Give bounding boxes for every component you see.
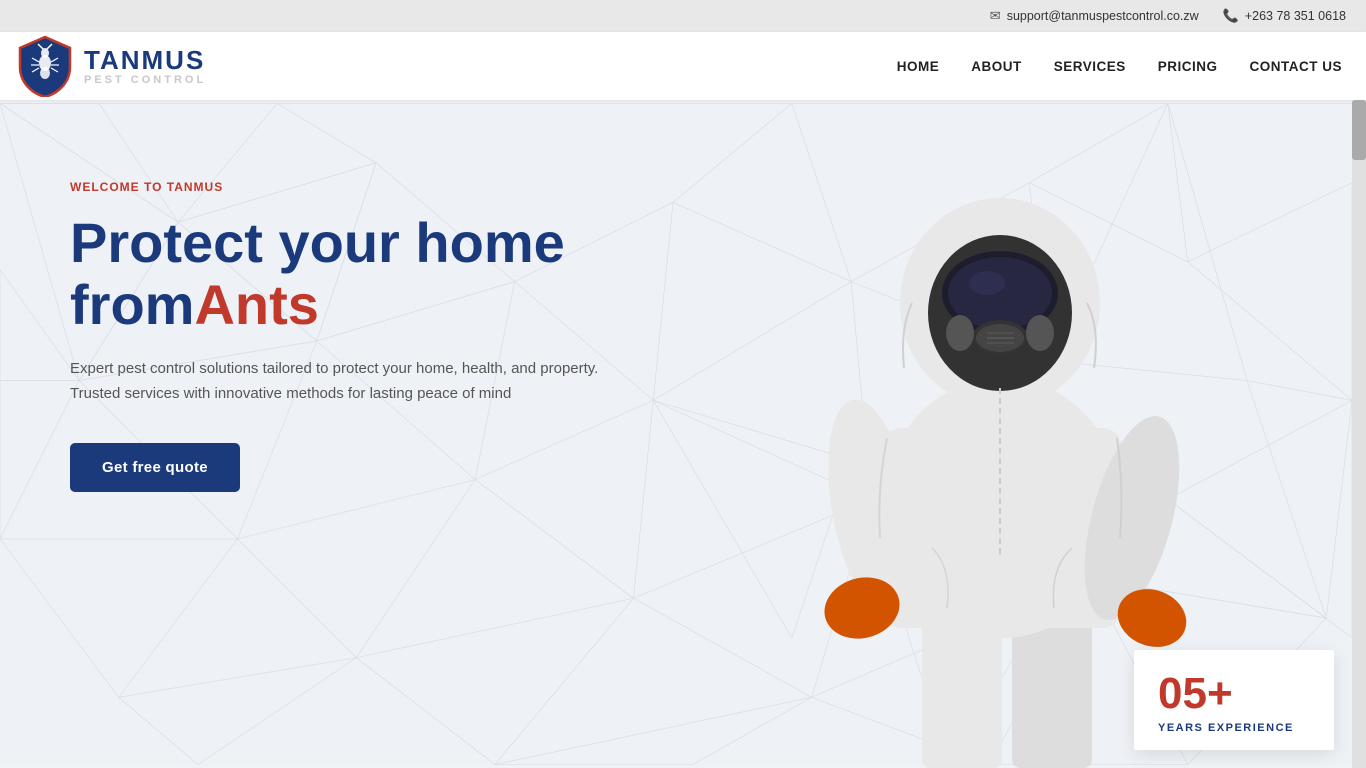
logo-name: TANMUS <box>84 46 206 75</box>
stats-number: 05+ <box>1158 672 1310 716</box>
top-bar: ✉ support@tanmuspestcontrol.co.zw 📞 +263… <box>0 0 1366 32</box>
email-text: support@tanmuspestcontrol.co.zw <box>1007 9 1199 23</box>
phone-text: +263 78 351 0618 <box>1245 9 1346 23</box>
heading-line1: Protect your home <box>70 211 565 274</box>
nav-about[interactable]: ABOUT <box>971 59 1022 74</box>
hero-content: WELCOME TO TANMUS Protect your home from… <box>70 180 640 492</box>
hero-section: WELCOME TO TANMUS Protect your home from… <box>0 100 1352 768</box>
scrollbar-thumb[interactable] <box>1352 100 1366 160</box>
nav-links: HOME ABOUT SERVICES PRICING CONTACT US <box>897 59 1342 74</box>
heading-line2-highlight: Ants <box>194 273 318 336</box>
phone-contact: 📞 +263 78 351 0618 <box>1223 8 1346 24</box>
navbar: TANMUS PEST CONTROL HOME ABOUT SERVICES … <box>0 32 1366 100</box>
email-contact: ✉ support@tanmuspestcontrol.co.zw <box>990 8 1199 24</box>
nav-pricing[interactable]: PRICING <box>1158 59 1218 74</box>
phone-icon: 📞 <box>1223 8 1239 24</box>
welcome-label: WELCOME TO TANMUS <box>70 180 640 194</box>
stats-label: YEARS EXPERIENCE <box>1158 722 1310 734</box>
hero-heading: Protect your home fromAnts <box>70 212 640 335</box>
heading-line2-plain: from <box>70 273 194 336</box>
hero-description: Expert pest control solutions tailored t… <box>70 357 640 407</box>
nav-home[interactable]: HOME <box>897 59 940 74</box>
logo-shield-icon <box>16 35 74 97</box>
logo-text: TANMUS PEST CONTROL <box>84 46 206 87</box>
logo: TANMUS PEST CONTROL <box>16 35 206 97</box>
nav-services[interactable]: SERVICES <box>1054 59 1126 74</box>
logo-subtitle: PEST CONTROL <box>84 74 206 86</box>
stats-box: 05+ YEARS EXPERIENCE <box>1134 650 1334 750</box>
scrollbar-track[interactable] <box>1352 100 1366 768</box>
email-icon: ✉ <box>990 8 1001 24</box>
nav-contact[interactable]: CONTACT US <box>1250 59 1343 74</box>
get-quote-button[interactable]: Get free quote <box>70 443 240 492</box>
